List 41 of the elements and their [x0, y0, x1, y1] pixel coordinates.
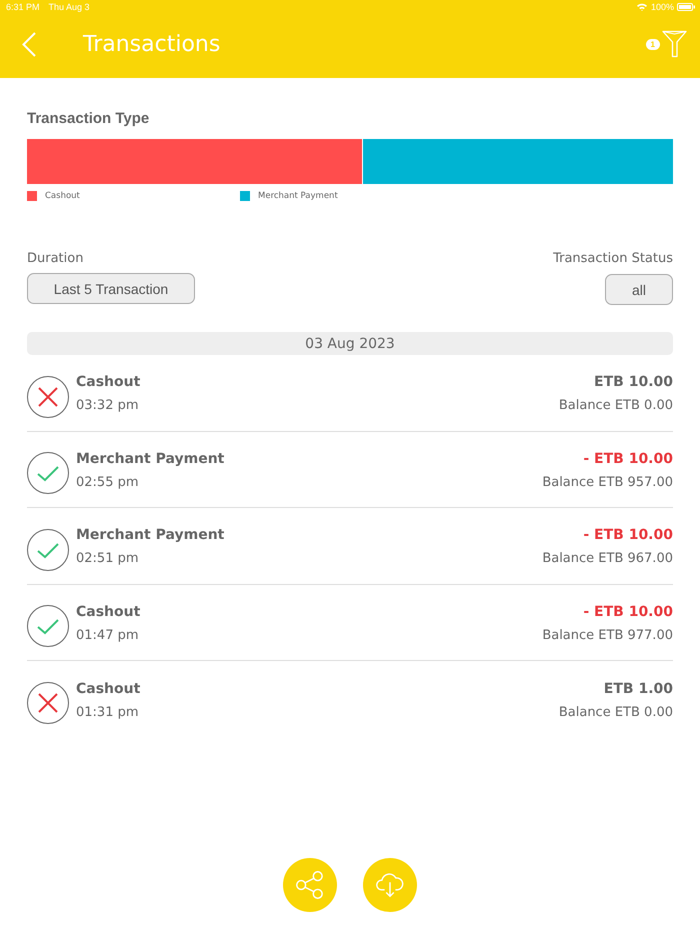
status-label: Transaction Status	[553, 251, 673, 266]
transaction-amount: - ETB 10.00	[583, 527, 673, 544]
transaction-time: 02:55 pm	[76, 474, 139, 490]
cloud-download-icon	[376, 871, 404, 899]
download-button[interactable]	[363, 858, 417, 912]
transaction-type: Merchant Payment	[76, 527, 224, 544]
balance-text: Balance ETB 967.00	[542, 551, 673, 566]
duration-button[interactable]: Last 5 Transaction	[27, 273, 195, 304]
transaction-type: Merchant Payment	[76, 450, 224, 467]
status-date: Thu Aug 3	[48, 2, 90, 12]
filter-icon[interactable]	[662, 30, 687, 58]
filter-count-badge: 1	[646, 38, 660, 50]
transaction-time: 01:47 pm	[76, 628, 139, 643]
back-icon[interactable]	[22, 32, 36, 56]
date-header: 03 Aug 2023	[27, 332, 673, 355]
transaction-time: 01:31 pm	[76, 704, 139, 720]
transaction-amount: ETB 10.00	[594, 374, 673, 390]
transaction-amount: - ETB 10.00	[583, 604, 673, 620]
transaction-time: 03:32 pm	[76, 398, 139, 414]
balance-text: Balance ETB 0.00	[558, 704, 673, 720]
battery-icon	[677, 3, 695, 11]
wifi-icon	[636, 3, 647, 11]
section-title: Transaction Type	[27, 110, 150, 127]
legend-label: Cashout	[45, 191, 80, 201]
legend-label: Merchant Payment	[258, 191, 338, 201]
balance-text: Balance ETB 977.00	[542, 628, 673, 643]
page-title: Transactions	[83, 32, 220, 56]
share-button[interactable]	[283, 858, 337, 912]
duration-label: Duration	[27, 251, 84, 266]
transaction-time: 02:51 pm	[76, 551, 139, 566]
transaction-type: Cashout	[76, 604, 140, 620]
status-time: 6:31 PM	[6, 2, 40, 12]
status-button[interactable]: all	[605, 274, 673, 305]
transaction-type: Cashout	[76, 374, 140, 390]
transaction-amount: ETB 1.00	[604, 680, 673, 697]
transaction-amount: - ETB 10.00	[583, 450, 673, 467]
balance-text: Balance ETB 0.00	[558, 398, 673, 414]
battery-percent: 100%	[650, 2, 674, 12]
share-icon	[296, 871, 324, 899]
transaction-type: Cashout	[76, 680, 140, 697]
balance-text: Balance ETB 957.00	[542, 474, 673, 490]
